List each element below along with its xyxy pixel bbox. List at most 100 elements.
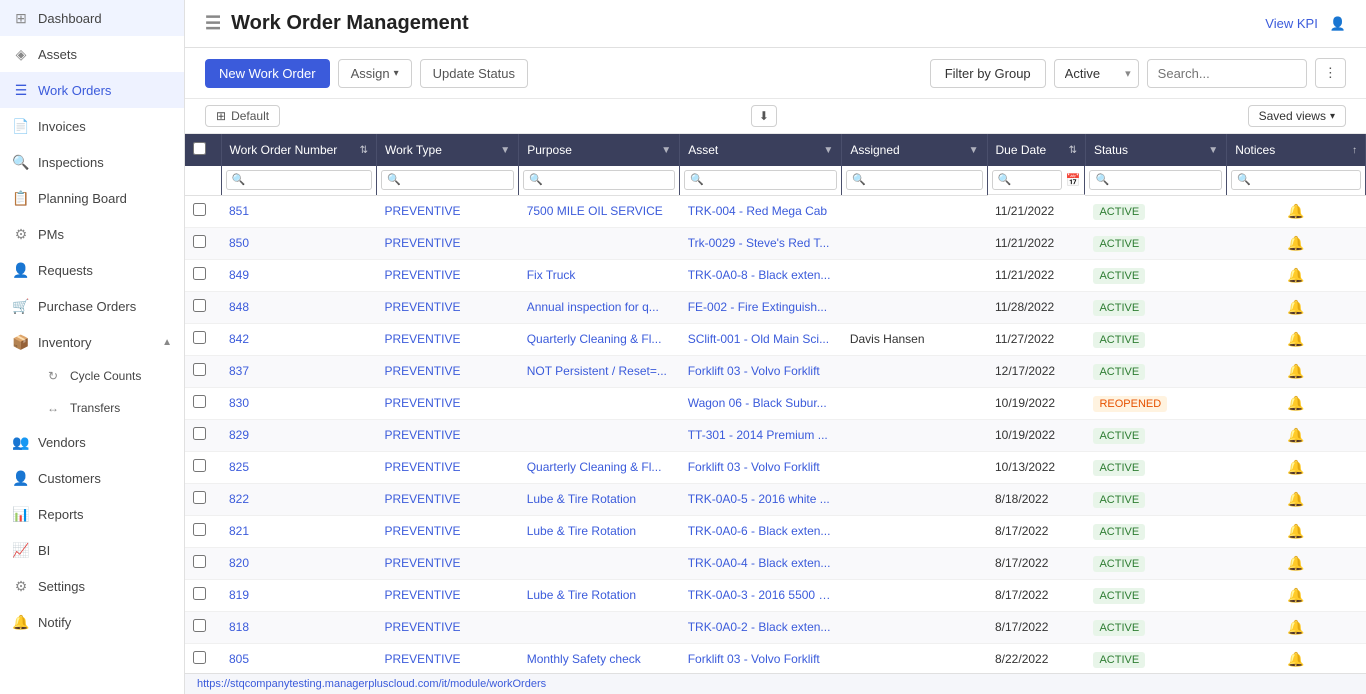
more-options-button[interactable]: ⋮ [1315,58,1346,88]
notice-bell-icon[interactable]: 🔔 [1287,363,1304,379]
row-checkbox[interactable] [193,459,206,472]
row-checkbox[interactable] [193,651,206,664]
saved-views-button[interactable]: Saved views ▾ [1248,105,1346,127]
sidebar-item-notify[interactable]: 🔔 Notify [0,604,184,640]
notice-bell-icon[interactable]: 🔔 [1287,459,1304,475]
sidebar-item-inspections[interactable]: 🔍 Inspections [0,144,184,180]
purpose-filter-input[interactable] [523,170,675,190]
row-checkbox-cell[interactable] [185,611,221,643]
notice-bell-icon[interactable]: 🔔 [1287,235,1304,251]
notice-bell-icon[interactable]: 🔔 [1287,555,1304,571]
row-wo-number[interactable]: 851 [221,195,376,227]
row-wo-number[interactable]: 820 [221,547,376,579]
row-checkbox-cell[interactable] [185,227,221,259]
calendar-icon[interactable]: 📅 [1066,173,1081,187]
notice-bell-icon[interactable]: 🔔 [1287,331,1304,347]
row-checkbox[interactable] [193,523,206,536]
row-notice[interactable]: 🔔 [1227,483,1366,515]
row-checkbox[interactable] [193,331,206,344]
sidebar-item-work-orders[interactable]: ☰ Work Orders [0,72,184,108]
row-checkbox-cell[interactable] [185,515,221,547]
row-wo-number[interactable]: 819 [221,579,376,611]
row-checkbox[interactable] [193,299,206,312]
assigned-filter-input[interactable] [846,170,982,190]
row-wo-number[interactable]: 850 [221,227,376,259]
row-notice[interactable]: 🔔 [1227,611,1366,643]
row-checkbox-cell[interactable] [185,323,221,355]
th-notices[interactable]: Notices ↑ [1227,134,1366,166]
row-wo-number[interactable]: 805 [221,643,376,673]
filter-work-type[interactable] [376,166,518,195]
filter-assigned[interactable] [842,166,987,195]
work-type-filter-input[interactable] [381,170,514,190]
filter-notices[interactable] [1227,166,1366,195]
row-notice[interactable]: 🔔 [1227,579,1366,611]
row-wo-number[interactable]: 821 [221,515,376,547]
row-wo-number[interactable]: 818 [221,611,376,643]
row-notice[interactable]: 🔔 [1227,451,1366,483]
row-checkbox-cell[interactable] [185,419,221,451]
row-checkbox-cell[interactable] [185,643,221,673]
sidebar-item-purchase-orders[interactable]: 🛒 Purchase Orders [0,288,184,324]
row-notice[interactable]: 🔔 [1227,387,1366,419]
status-filter-icon[interactable]: ▼ [1208,145,1218,156]
row-notice[interactable]: 🔔 [1227,195,1366,227]
select-all-checkbox[interactable] [193,142,206,155]
sidebar-item-planning-board[interactable]: 📋 Planning Board [0,180,184,216]
row-checkbox[interactable] [193,235,206,248]
sidebar-item-vendors[interactable]: 👥 Vendors [0,424,184,460]
row-notice[interactable]: 🔔 [1227,515,1366,547]
status-filter-input-col[interactable] [1089,170,1222,190]
row-checkbox-cell[interactable] [185,355,221,387]
row-notice[interactable]: 🔔 [1227,291,1366,323]
notice-bell-icon[interactable]: 🔔 [1287,523,1304,539]
th-purpose[interactable]: Purpose ▼ [519,134,680,166]
sidebar-item-requests[interactable]: 👤 Requests [0,252,184,288]
sidebar-item-customers[interactable]: 👤 Customers [0,460,184,496]
filter-status[interactable] [1085,166,1226,195]
search-input[interactable] [1147,59,1307,88]
sidebar-item-transfers[interactable]: ↔ Transfers [36,392,184,424]
filter-due-date[interactable]: 📅 [988,166,1086,195]
sidebar-item-inventory[interactable]: 📦 Inventory ▲ [0,324,184,360]
row-wo-number[interactable]: 825 [221,451,376,483]
notice-bell-icon[interactable]: 🔔 [1287,427,1304,443]
row-checkbox-cell[interactable] [185,259,221,291]
select-all-header[interactable] [185,134,221,166]
row-checkbox-cell[interactable] [185,291,221,323]
user-icon[interactable]: 👤 [1330,16,1346,32]
notice-bell-icon[interactable]: 🔔 [1287,267,1304,283]
row-notice[interactable]: 🔔 [1227,227,1366,259]
new-work-order-button[interactable]: New Work Order [205,59,330,88]
row-notice[interactable]: 🔔 [1227,323,1366,355]
filter-purpose[interactable] [519,166,680,195]
notice-bell-icon[interactable]: 🔔 [1287,395,1304,411]
th-due-date[interactable]: Due Date ⇅ [987,134,1085,166]
notice-bell-icon[interactable]: 🔔 [1287,491,1304,507]
notice-bell-icon[interactable]: 🔔 [1287,587,1304,603]
row-notice[interactable]: 🔔 [1227,259,1366,291]
row-notice[interactable]: 🔔 [1227,547,1366,579]
sidebar-item-bi[interactable]: 📈 BI [0,532,184,568]
th-status[interactable]: Status ▼ [1085,134,1226,166]
row-notice[interactable]: 🔔 [1227,355,1366,387]
notices-filter-input[interactable] [1231,170,1361,190]
update-status-button[interactable]: Update Status [420,59,528,88]
row-checkbox[interactable] [193,395,206,408]
th-work-order-number[interactable]: Work Order Number ⇅ [221,134,376,166]
download-button[interactable]: ⬇ [751,105,777,127]
notice-bell-icon[interactable]: 🔔 [1287,299,1304,315]
notice-bell-icon[interactable]: 🔔 [1287,203,1304,219]
row-checkbox[interactable] [193,203,206,216]
row-wo-number[interactable]: 837 [221,355,376,387]
row-checkbox-cell[interactable] [185,195,221,227]
row-notice[interactable]: 🔔 [1227,643,1366,673]
status-filter-select[interactable]: Active Inactive All Closed [1054,59,1139,88]
filter-wo-number[interactable] [221,166,376,195]
row-checkbox[interactable] [193,587,206,600]
row-wo-number[interactable]: 830 [221,387,376,419]
row-wo-number[interactable]: 829 [221,419,376,451]
notice-bell-icon[interactable]: 🔔 [1287,651,1304,667]
row-checkbox-cell[interactable] [185,451,221,483]
row-wo-number[interactable]: 842 [221,323,376,355]
